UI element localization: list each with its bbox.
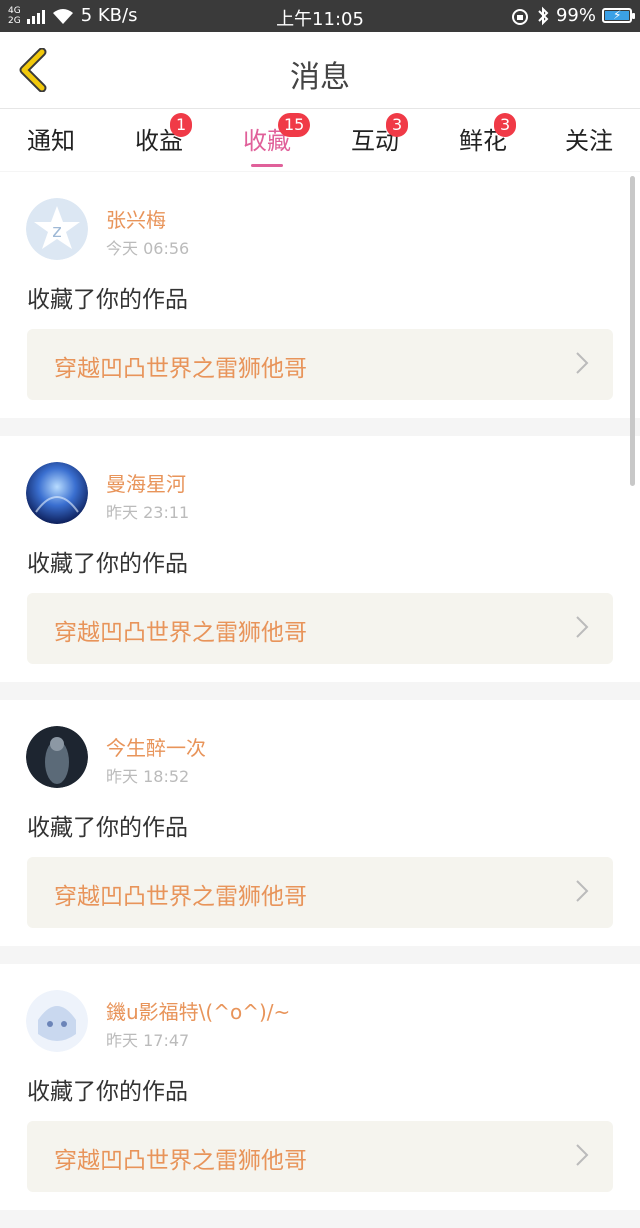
network-speed: 5 KB/s bbox=[80, 5, 138, 26]
svg-text:z: z bbox=[52, 221, 61, 242]
count-badge: 15 bbox=[278, 113, 311, 137]
scrollbar[interactable] bbox=[630, 176, 635, 486]
timestamp: 昨天 23:11 bbox=[106, 503, 190, 522]
bluetooth-icon bbox=[538, 6, 549, 25]
avatar[interactable] bbox=[26, 726, 88, 788]
page-title: 消息 bbox=[290, 60, 350, 95]
avatar[interactable] bbox=[26, 990, 88, 1052]
count-badge: 1 bbox=[170, 113, 193, 137]
action-text: 收藏了你的作品 bbox=[27, 1079, 188, 1105]
message-card: 鐖u影福特\(^o^)/~ 昨天 17:47 收藏了你的作品穿越凹凸世界之雷狮他哥 bbox=[0, 964, 640, 1210]
work-title: 穿越凹凸世界之雷狮他哥 bbox=[54, 620, 307, 646]
message-card: z 张兴梅今天 06:56 收藏了你的作品穿越凹凸世界之雷狮他哥 bbox=[0, 172, 640, 418]
work-link[interactable]: 穿越凹凸世界之雷狮他哥 bbox=[27, 1121, 613, 1192]
chevron-right-icon bbox=[576, 616, 589, 638]
work-title: 穿越凹凸世界之雷狮他哥 bbox=[54, 884, 307, 910]
tab-3[interactable]: 收藏 15 bbox=[234, 113, 311, 167]
network-type: 4G 2G bbox=[8, 5, 21, 26]
timestamp: 昨天 17:47 bbox=[106, 1031, 190, 1050]
status-right: 99% ⚡ bbox=[510, 5, 635, 26]
chevron-right-icon bbox=[576, 1144, 589, 1166]
tab-5[interactable]: 鲜花 3 bbox=[450, 113, 517, 167]
status-bar: 4G 2G 5 KB/s 上午11:05 99% ⚡ bbox=[0, 0, 640, 32]
work-title: 穿越凹凸世界之雷狮他哥 bbox=[54, 1148, 307, 1174]
avatar[interactable] bbox=[26, 462, 88, 524]
signal-icon bbox=[26, 8, 45, 24]
work-title: 穿越凹凸世界之雷狮他哥 bbox=[54, 356, 307, 382]
tab-6[interactable]: 关注 bbox=[556, 121, 622, 167]
message-card: 今生醉一次昨天 18:52 收藏了你的作品穿越凹凸世界之雷狮他哥 bbox=[0, 700, 640, 946]
timestamp: 今天 06:56 bbox=[106, 239, 190, 258]
message-list: z 张兴梅 今天 06:56 收藏了你的作品 穿越凹凸世界之雷狮他哥 曼海星河 昨天 23:… bbox=[0, 172, 640, 1228]
count-badge: 3 bbox=[494, 113, 517, 137]
message-card: 曼海星河昨天 23:11 收藏了你的作品穿越凹凸世界之雷狮他哥 bbox=[0, 436, 640, 682]
user-name[interactable]: 今生醉一次 bbox=[106, 732, 206, 761]
tab-2[interactable]: 收益 1 bbox=[126, 113, 193, 167]
avatar[interactable]: z bbox=[26, 198, 88, 260]
count-badge: 3 bbox=[386, 113, 409, 137]
tab-label: 关注 bbox=[565, 127, 613, 155]
status-left: 4G 2G 5 KB/s bbox=[8, 5, 137, 26]
charging-icon: ⚡ bbox=[613, 8, 622, 22]
work-link[interactable]: 穿越凹凸世界之雷狮他哥 bbox=[27, 329, 613, 400]
action-text: 收藏了你的作品 bbox=[27, 551, 188, 577]
tab-underline bbox=[251, 164, 283, 167]
work-link[interactable]: 穿越凹凸世界之雷狮他哥 bbox=[27, 593, 613, 664]
chevron-right-icon bbox=[576, 352, 589, 374]
action-text: 收藏了你的作品 bbox=[27, 287, 188, 313]
battery-icon: ⚡ bbox=[602, 8, 635, 23]
user-name[interactable]: 曼海星河 bbox=[106, 468, 186, 497]
battery-percent: 99% bbox=[555, 5, 596, 26]
alarm-icon bbox=[511, 8, 528, 25]
tab-label: 通知 bbox=[27, 127, 75, 155]
chevron-right-icon bbox=[576, 880, 589, 902]
timestamp: 昨天 18:52 bbox=[106, 767, 190, 786]
action-text: 收藏了你的作品 bbox=[27, 815, 188, 841]
user-name[interactable]: 鐖u影福特\(^o^)/~ bbox=[106, 996, 290, 1025]
tab-4[interactable]: 互动 3 bbox=[342, 113, 409, 167]
tab-bar: 通知 收益 1 收藏 15 互动 3 鲜花 3 关注 bbox=[0, 109, 640, 171]
header: 消息 bbox=[0, 32, 640, 109]
wifi-icon bbox=[52, 8, 73, 24]
tab-1[interactable]: 通知 bbox=[18, 121, 84, 167]
work-link[interactable]: 穿越凹凸世界之雷狮他哥 bbox=[27, 857, 613, 928]
user-name[interactable]: 张兴梅 bbox=[106, 204, 166, 233]
